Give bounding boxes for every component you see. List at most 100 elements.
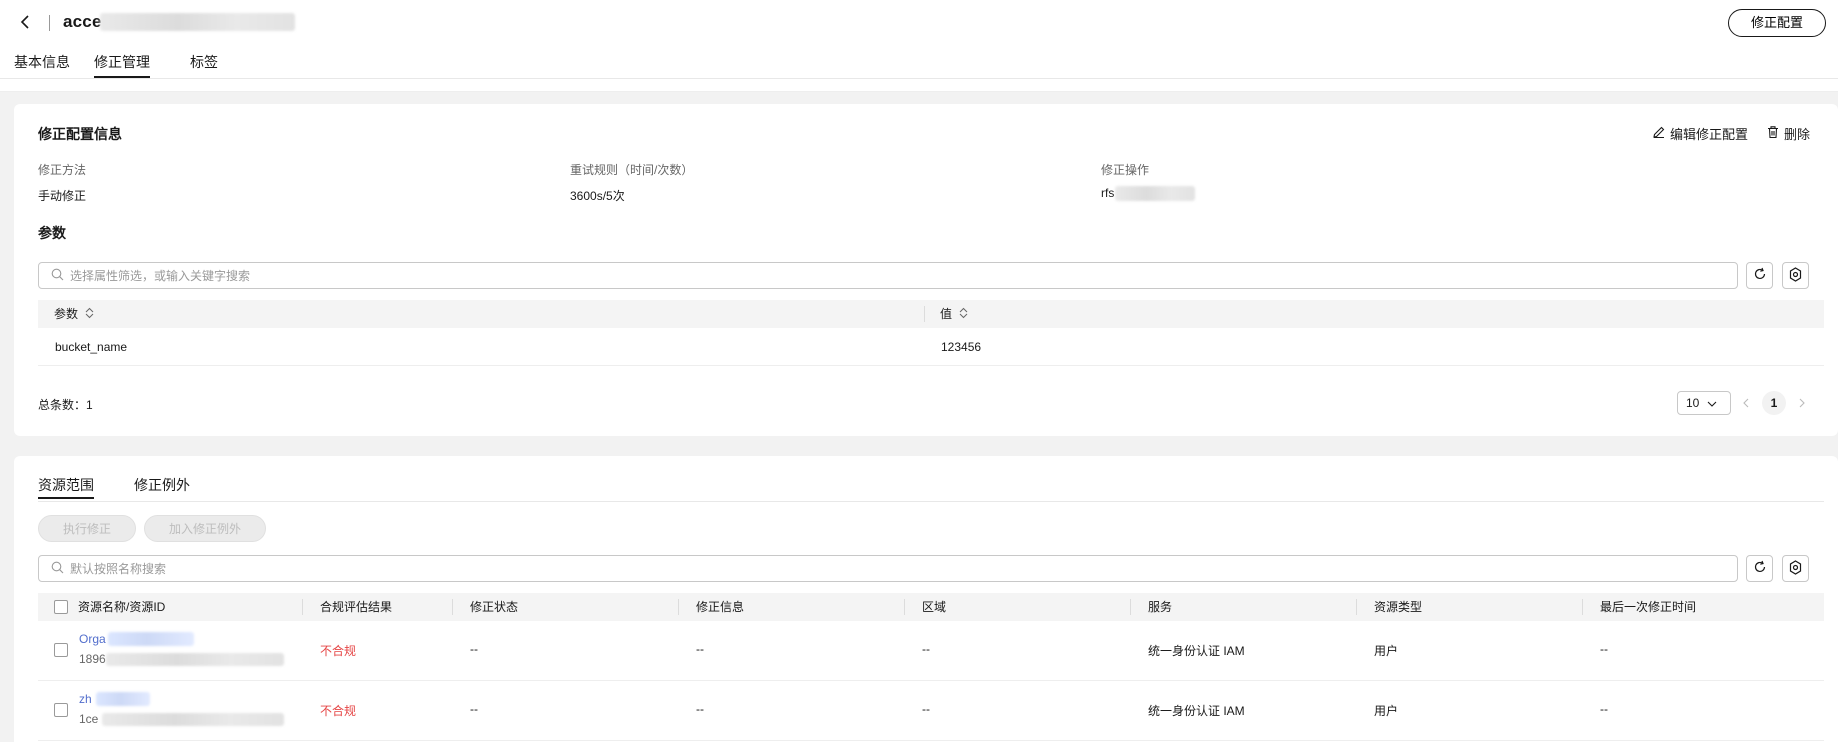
redacted-resource-id (106, 653, 284, 666)
param-column-header[interactable]: 参数 (54, 300, 94, 328)
fix-method-value: 手动修正 (38, 189, 87, 203)
redacted-resource-name (96, 692, 150, 706)
select-all-checkbox[interactable] (54, 600, 68, 614)
fix-status: -- (470, 642, 478, 656)
fix-action-label: 修正操作 (1101, 163, 1150, 177)
resource-type-column: 资源类型 (1374, 600, 1423, 614)
page-number-current[interactable]: 1 (1762, 391, 1786, 415)
page-size-value: 10 (1686, 396, 1700, 410)
region-column: 区域 (922, 600, 947, 614)
fix-config-button[interactable]: 修正配置 (1727, 9, 1826, 37)
tab-basic-info[interactable]: 基本信息 (14, 48, 70, 78)
redacted-title (100, 13, 295, 31)
row-checkbox[interactable] (54, 643, 68, 657)
subtabs-divider (38, 501, 1824, 502)
value-cell: 123456 (941, 340, 982, 354)
column-divider (904, 599, 905, 615)
region: -- (922, 642, 930, 656)
fix-info: -- (696, 642, 704, 656)
prev-page-button[interactable] (1738, 391, 1754, 415)
delete-button[interactable]: 删除 (1766, 124, 1810, 143)
title-divider (49, 15, 50, 31)
back-icon[interactable] (14, 10, 38, 34)
edit-config-button[interactable]: 编辑修正配置 (1652, 124, 1748, 143)
subtab-fix-exceptions[interactable]: 修正例外 (134, 475, 190, 499)
fix-info: -- (696, 702, 704, 716)
refresh-icon (1753, 267, 1767, 284)
add-fix-exception-button[interactable]: 加入修正例外 (144, 515, 266, 542)
column-divider (1356, 599, 1357, 615)
resources-refresh-button[interactable] (1746, 555, 1773, 582)
service-column: 服务 (1148, 600, 1173, 614)
column-divider (678, 599, 679, 615)
last-fix-time: -- (1600, 702, 1608, 716)
fix-info-column: 修正信息 (696, 600, 745, 614)
last-fix-time: -- (1600, 642, 1608, 656)
table-row: bucket_name 123456 (38, 328, 1824, 366)
page-size-select[interactable]: 10 (1677, 391, 1731, 415)
column-divider (924, 306, 925, 322)
param-column-label: 参数 (54, 307, 79, 321)
sort-icon[interactable] (85, 301, 94, 329)
tabs-divider (0, 78, 1838, 79)
edit-icon (1652, 125, 1666, 142)
redacted-resource-id (102, 713, 284, 726)
resources-settings-button[interactable] (1782, 555, 1809, 582)
resource-id: 1896 (79, 652, 106, 666)
chevron-left-icon (1743, 396, 1749, 411)
resource-type: 用户 (1374, 644, 1399, 658)
execute-fix-button[interactable]: 执行修正 (38, 515, 136, 542)
params-search[interactable] (38, 262, 1738, 289)
fix-config-card: 修正配置信息 编辑修正配置 删除 修正方法 手动修正 重试规则（时间/次数） 3… (14, 104, 1838, 436)
value-column-header[interactable]: 值 (940, 300, 968, 328)
redacted-resource-name (108, 632, 194, 646)
chevron-right-icon (1799, 396, 1805, 411)
params-settings-button[interactable] (1782, 262, 1809, 289)
resources-search-input[interactable] (70, 561, 1588, 576)
total-count: 总条数：1 (38, 398, 93, 412)
column-divider (1582, 599, 1583, 615)
compliance-column: 合规评估结果 (320, 600, 393, 614)
column-divider (452, 599, 453, 615)
params-refresh-button[interactable] (1746, 262, 1773, 289)
resources-table-header: 资源名称/资源ID 合规评估结果 修正状态 修正信息 区域 服务 资源类型 最后… (38, 593, 1824, 621)
params-table-header: 参数 值 (38, 300, 1824, 328)
row-checkbox[interactable] (54, 703, 68, 717)
column-divider (302, 599, 303, 615)
resource-scope-card: 资源范围 修正例外 执行修正 加入修正例外 资源名称/资源ID 合规评估结果 修… (14, 456, 1838, 742)
trash-icon (1766, 125, 1780, 142)
subtab-resource-scope[interactable]: 资源范围 (38, 475, 94, 499)
compliance-result: 不合规 (320, 704, 357, 718)
main-tabs: 基本信息 修正管理 标签 (0, 48, 242, 80)
resource-type: 用户 (1374, 704, 1399, 718)
table-row: zh 1ce 不合规 -- -- -- 统一身份认证 IAM 用户 -- (38, 681, 1824, 741)
param-cell: bucket_name (55, 340, 128, 354)
value-column-label: 值 (940, 307, 953, 321)
resource-name-column: 资源名称/资源ID (78, 600, 166, 614)
resources-search[interactable] (38, 555, 1738, 582)
resource-name-link[interactable]: Orga (79, 632, 106, 646)
next-page-button[interactable] (1794, 391, 1810, 415)
page-header: acce 修正配置 基本信息 修正管理 标签 (0, 0, 1838, 92)
fix-method-label: 修正方法 (38, 163, 87, 177)
page-title: acce (63, 12, 102, 31)
tab-tags[interactable]: 标签 (190, 48, 218, 78)
resource-name-link[interactable]: zh (79, 692, 92, 706)
region: -- (922, 702, 930, 716)
fix-status-column: 修正状态 (470, 600, 519, 614)
table-row: Orga 1896 不合规 -- -- -- 统一身份认证 IAM 用户 -- (38, 621, 1824, 681)
params-search-input[interactable] (70, 268, 1588, 283)
redacted-fix-action (1115, 186, 1195, 201)
gear-icon (1788, 559, 1803, 578)
service: 统一身份认证 IAM (1148, 644, 1245, 658)
service: 统一身份认证 IAM (1148, 704, 1245, 718)
search-icon (51, 268, 70, 284)
delete-label: 删除 (1783, 127, 1810, 142)
compliance-result: 不合规 (320, 644, 357, 658)
sort-icon[interactable] (959, 301, 968, 329)
fix-status: -- (470, 702, 478, 716)
tab-fix-management[interactable]: 修正管理 (94, 48, 150, 78)
retry-rule-value: 3600s/5次 (570, 189, 625, 203)
config-info-title: 修正配置信息 (38, 126, 122, 142)
search-icon (51, 561, 70, 577)
